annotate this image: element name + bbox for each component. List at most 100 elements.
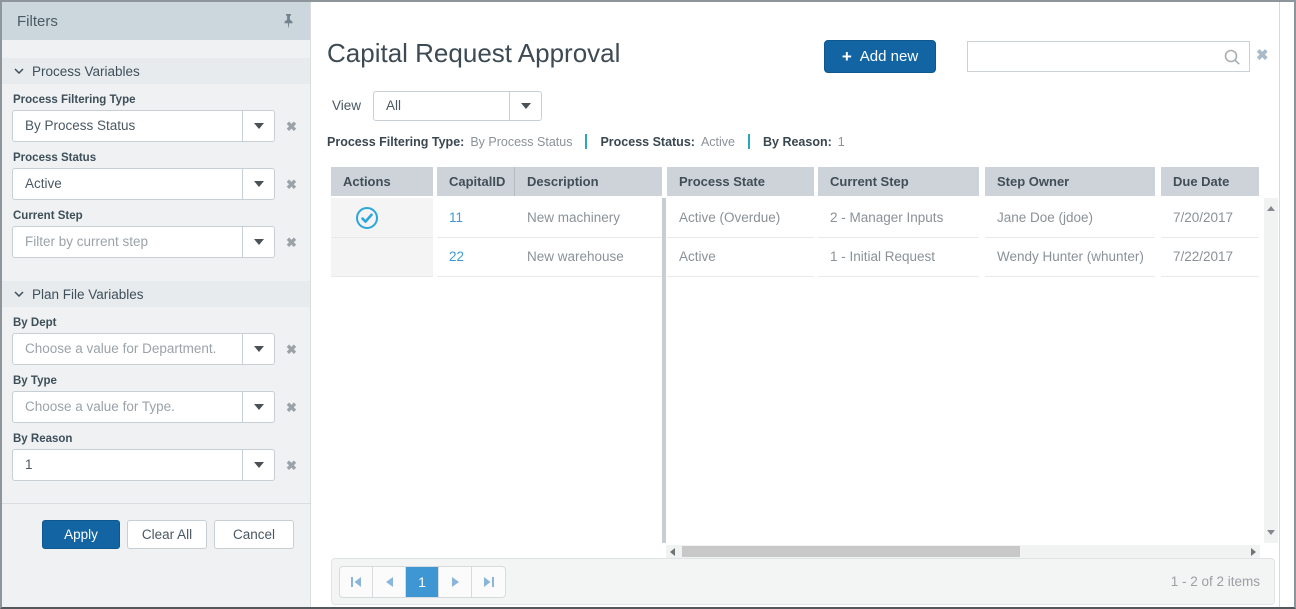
- dropdown-arrow-icon[interactable]: [242, 227, 274, 257]
- process-grid: Actions CapitalID Description Process St…: [331, 167, 1279, 559]
- add-new-label: Add new: [860, 48, 918, 65]
- clear-all-button[interactable]: Clear All: [127, 520, 207, 549]
- field-label-process-filtering-type: Process Filtering Type: [13, 94, 299, 106]
- section-process-variables[interactable]: Process Variables: [2, 58, 310, 84]
- scrollbar-thumb[interactable]: [682, 546, 1020, 557]
- vertical-scrollbar[interactable]: [1264, 198, 1278, 543]
- chevron-down-icon: [14, 68, 24, 74]
- summary-separator: [748, 134, 750, 149]
- summary-label: Process Filtering Type: [327, 135, 464, 149]
- search-input[interactable]: [968, 42, 1223, 71]
- dropdown-placeholder: Filter by current step: [13, 227, 242, 257]
- summary-separator: [585, 134, 587, 149]
- field-label-by-type: By Type: [13, 375, 299, 387]
- pin-icon[interactable]: [282, 13, 295, 29]
- by-dept-dropdown[interactable]: Choose a value for Department.: [12, 333, 275, 365]
- summary-value: Active: [701, 135, 735, 149]
- search-box: [967, 41, 1250, 72]
- row-action-cell: [331, 238, 433, 277]
- column-header-process-state[interactable]: Process State: [667, 167, 814, 196]
- field-label-current-step: Current Step: [13, 210, 299, 222]
- summary-value: By Process Status: [470, 135, 572, 149]
- items-count-label: 1 - 2 of 2 items: [1171, 559, 1260, 604]
- current-step-dropdown[interactable]: Filter by current step: [12, 226, 275, 258]
- column-header-actions[interactable]: Actions: [331, 167, 433, 196]
- cell-current-step: 1 - Initial Request: [818, 238, 979, 277]
- clear-filter-icon[interactable]: ✖: [286, 120, 297, 133]
- by-type-dropdown[interactable]: Choose a value for Type.: [12, 391, 275, 423]
- dropdown-arrow-icon[interactable]: [242, 450, 274, 480]
- scroll-right-icon[interactable]: [1251, 548, 1256, 556]
- filters-title: Filters: [17, 13, 58, 30]
- dropdown-arrow-icon[interactable]: [509, 92, 541, 120]
- column-header-description[interactable]: Description: [515, 167, 662, 196]
- summary-value: 1: [838, 135, 845, 149]
- filter-summary: Process Filtering Type By Process Status…: [327, 132, 845, 151]
- process-status-dropdown[interactable]: Active: [12, 168, 275, 200]
- field-label-by-dept: By Dept: [13, 317, 299, 329]
- filters-panel: Filters Process Variables Process Filter…: [2, 2, 311, 607]
- summary-label: By Reason: [763, 135, 832, 149]
- view-label: View: [332, 98, 361, 113]
- search-clear-icon[interactable]: ✖: [1256, 48, 1269, 63]
- section-label: Process Variables: [32, 64, 140, 79]
- by-reason-dropdown[interactable]: 1: [12, 449, 275, 481]
- dropdown-placeholder: Choose a value for Type.: [13, 392, 242, 422]
- first-page-button[interactable]: [340, 567, 373, 597]
- page-number-button[interactable]: 1: [406, 567, 439, 597]
- cell-due-date: 7/22/2017: [1161, 238, 1259, 277]
- pagination-bar: 1 1 - 2 of 2 items: [331, 558, 1275, 605]
- check-circle-icon[interactable]: [355, 206, 379, 230]
- frozen-column-splitter[interactable]: [662, 198, 666, 543]
- scroll-left-icon[interactable]: [670, 548, 675, 556]
- filters-panel-header: Filters: [2, 2, 310, 40]
- page-title: Capital Request Approval: [327, 38, 620, 69]
- scroll-down-icon[interactable]: [1267, 530, 1275, 535]
- clear-filter-icon[interactable]: ✖: [286, 343, 297, 356]
- column-header-capitalid[interactable]: CapitalID: [437, 167, 515, 196]
- pagination-buttons: 1: [339, 566, 506, 598]
- capitalid-link[interactable]: 11: [437, 198, 515, 238]
- column-header-due-date[interactable]: Due Date: [1161, 167, 1259, 196]
- scroll-up-icon[interactable]: [1267, 206, 1275, 211]
- dropdown-arrow-icon[interactable]: [242, 392, 274, 422]
- dropdown-arrow-icon[interactable]: [242, 111, 274, 141]
- clear-filter-icon[interactable]: ✖: [286, 236, 297, 249]
- view-dropdown[interactable]: All: [373, 91, 542, 121]
- dropdown-value: Active: [13, 169, 242, 199]
- horizontal-scrollbar[interactable]: [666, 545, 1260, 558]
- section-plan-file-variables[interactable]: Plan File Variables: [2, 281, 310, 307]
- dropdown-value: By Process Status: [13, 111, 242, 141]
- view-dropdown-value: All: [374, 92, 509, 120]
- search-icon[interactable]: [1223, 48, 1249, 66]
- dropdown-placeholder: Choose a value for Department.: [13, 334, 242, 364]
- divider: [2, 503, 310, 504]
- apply-button[interactable]: Apply: [42, 520, 120, 549]
- cell-due-date: 7/20/2017: [1161, 198, 1259, 238]
- cell-current-step: 2 - Manager Inputs: [818, 198, 979, 238]
- clear-filter-icon[interactable]: ✖: [286, 178, 297, 191]
- add-new-button[interactable]: + Add new: [824, 40, 936, 73]
- cell-step-owner: Jane Doe (jdoe): [985, 198, 1155, 238]
- clear-filter-icon[interactable]: ✖: [286, 459, 297, 472]
- column-header-current-step[interactable]: Current Step: [818, 167, 979, 196]
- dropdown-arrow-icon[interactable]: [242, 334, 274, 364]
- cell-description: New machinery: [515, 198, 662, 238]
- column-header-step-owner[interactable]: Step Owner: [985, 167, 1155, 196]
- process-filtering-type-dropdown[interactable]: By Process Status: [12, 110, 275, 142]
- last-page-button[interactable]: [472, 567, 505, 597]
- section-label: Plan File Variables: [32, 287, 144, 302]
- dropdown-value: 1: [13, 450, 242, 480]
- dropdown-arrow-icon[interactable]: [242, 169, 274, 199]
- main-content: Capital Request Approval + Add new ✖ Vie…: [312, 2, 1294, 607]
- plus-icon: +: [842, 48, 852, 65]
- app-window: Filters Process Variables Process Filter…: [0, 0, 1296, 609]
- cancel-button[interactable]: Cancel: [214, 520, 294, 549]
- cell-process-state: Active: [667, 238, 814, 277]
- cell-process-state: Active (Overdue): [667, 198, 814, 238]
- previous-page-button[interactable]: [373, 567, 406, 597]
- clear-filter-icon[interactable]: ✖: [286, 401, 297, 414]
- row-action-cell: [331, 198, 433, 238]
- next-page-button[interactable]: [439, 567, 472, 597]
- capitalid-link[interactable]: 22: [437, 238, 515, 277]
